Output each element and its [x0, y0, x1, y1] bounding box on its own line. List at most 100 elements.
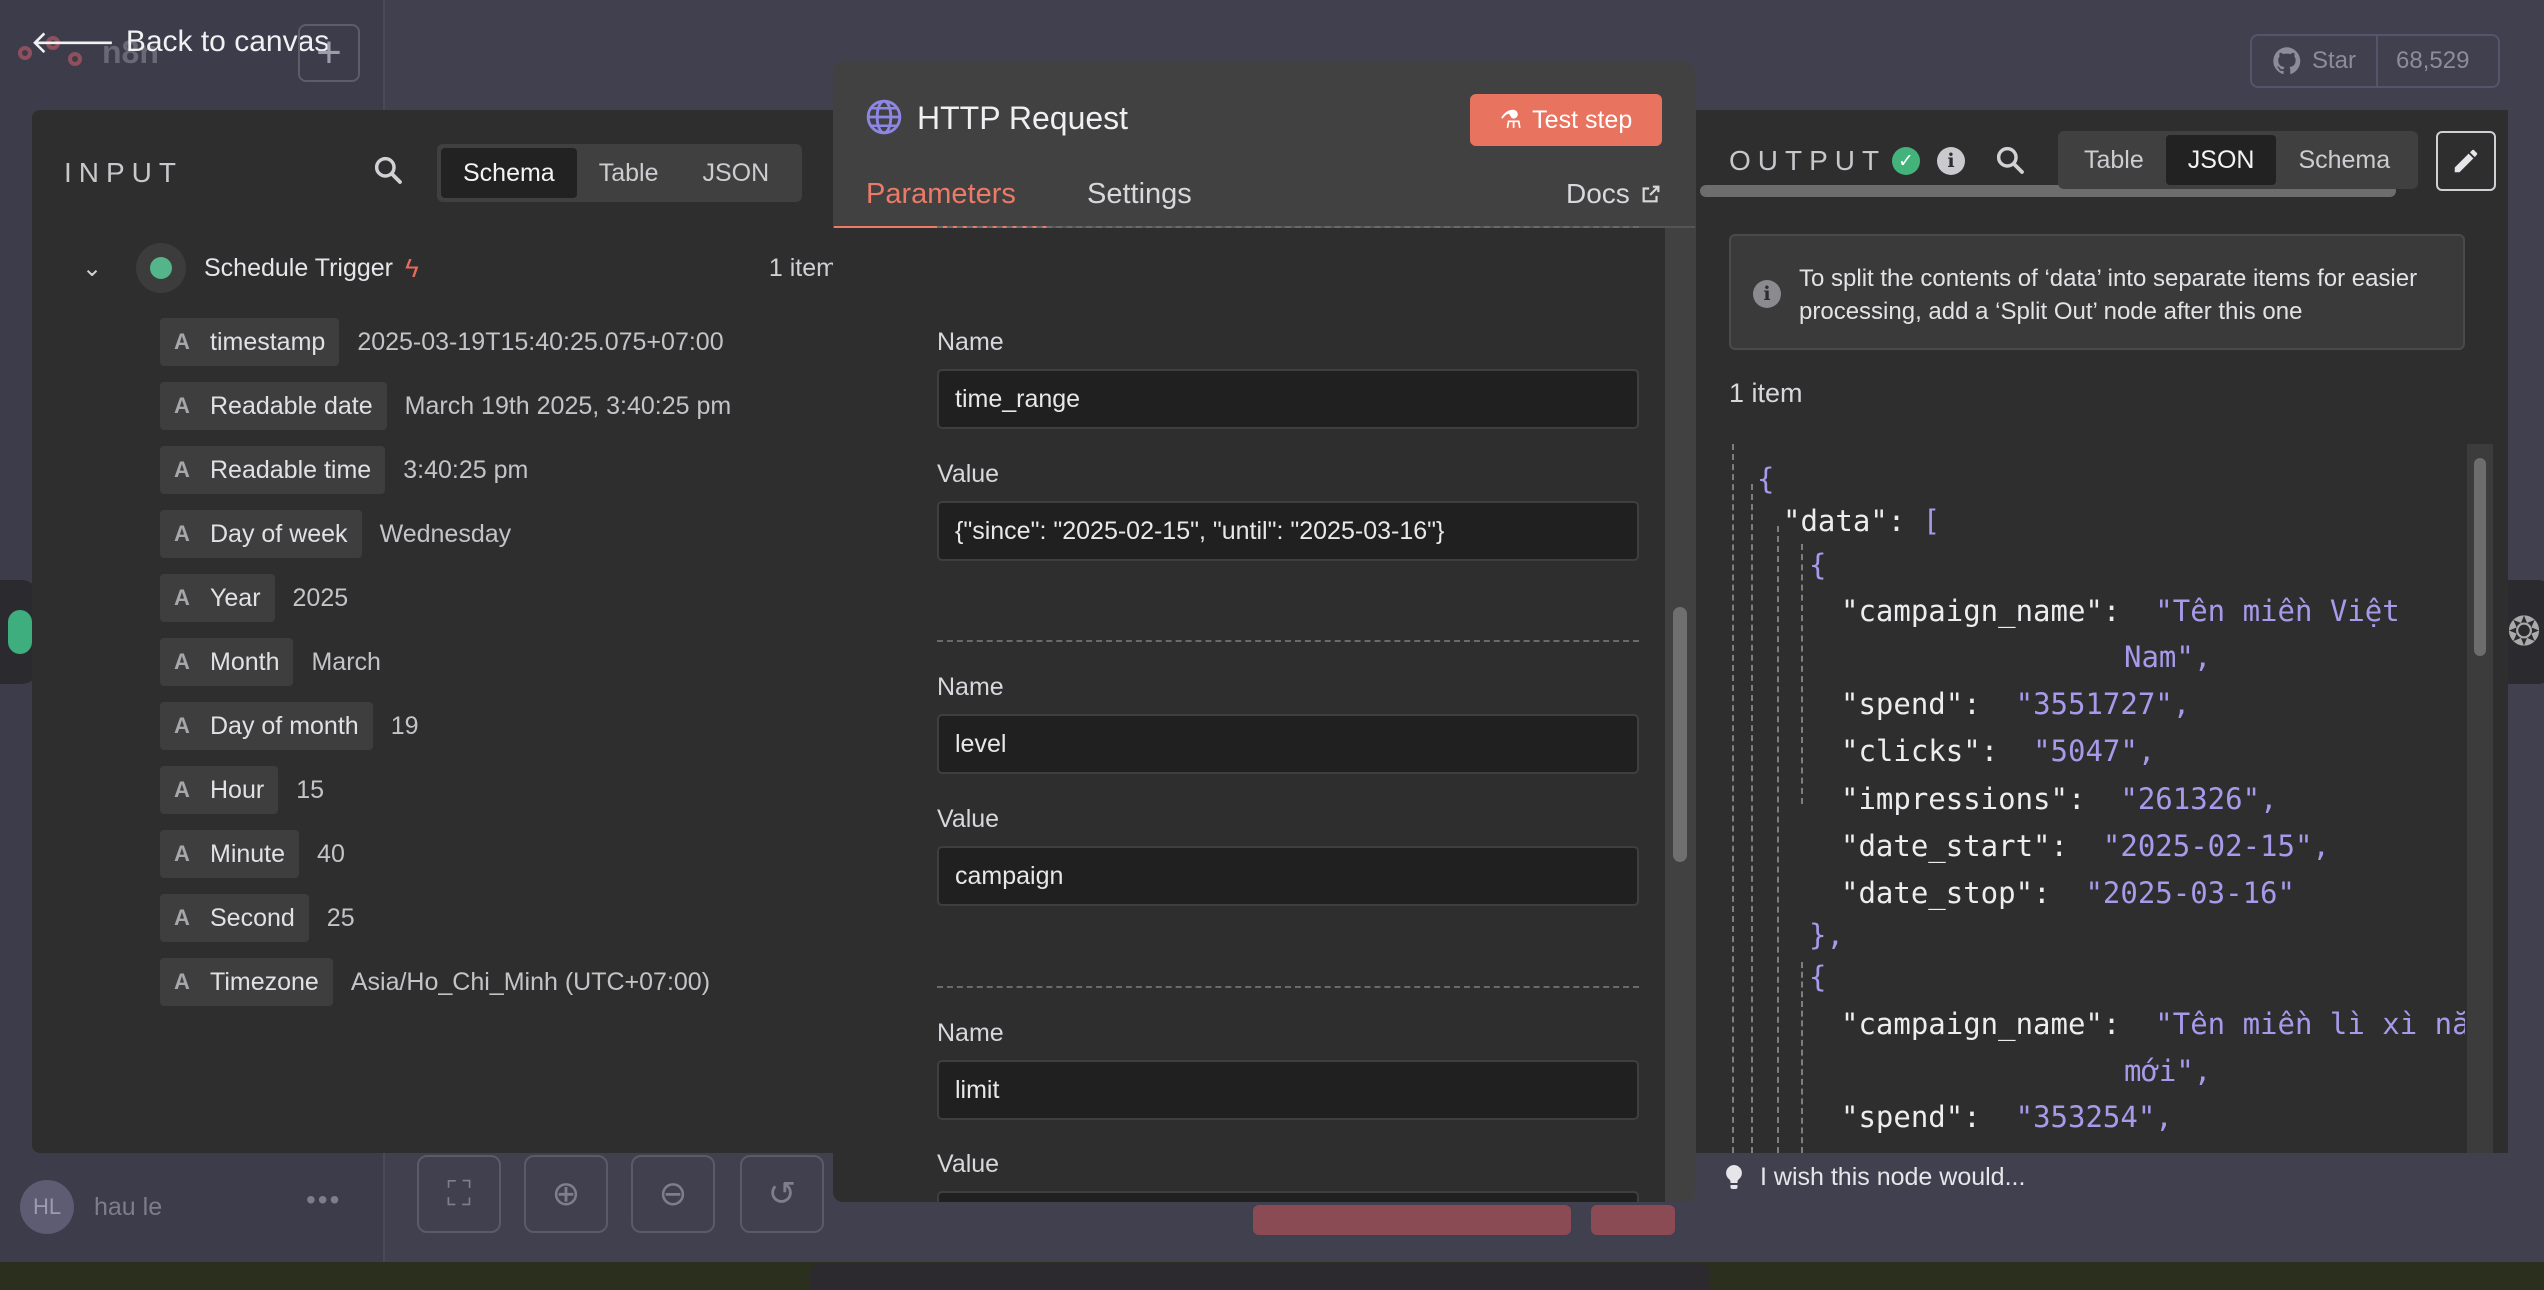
field-value: 40 [317, 839, 345, 868]
zoom-out-icon[interactable]: ⊖ [631, 1155, 715, 1233]
trigger-node-row[interactable]: ⌄ Schedule Trigger ϟ 1 item [82, 240, 837, 296]
more-options-icon[interactable]: ••• [306, 1184, 341, 1216]
schema-field-pill[interactable]: A Month [160, 638, 294, 686]
field-value: 19 [390, 711, 419, 740]
field-name: Minute [210, 839, 286, 868]
field-value: 2025-03-19T15:40:25.075+07:00 [357, 327, 724, 356]
param-divider [937, 640, 1639, 642]
info-icon[interactable]: i [1937, 147, 1965, 175]
test-step-button[interactable]: ⚗ Test step [1470, 94, 1662, 146]
schema-field-row: A Readable date March 19th 2025, 3:40:25 … [160, 374, 840, 438]
input-view-switcher: Schema Table JSON [437, 144, 802, 202]
param-name-input[interactable]: limit [937, 1060, 1639, 1120]
node-feedback-label: I wish this node would... [1760, 1163, 2026, 1191]
output-tab-table[interactable]: Table [2062, 135, 2166, 185]
json-line: "campaign_name": "Tên miền Việt [1841, 594, 2400, 628]
field-value: March [311, 647, 381, 676]
delete-button-background [1591, 1205, 1675, 1235]
schema-field-pill[interactable]: A Day of week [160, 510, 362, 558]
chevron-down-icon[interactable]: ⌄ [82, 254, 122, 283]
indent-guide [1732, 444, 1734, 1153]
lightbulb-icon [1726, 1164, 1742, 1189]
schema-field-pill[interactable]: Atimestamp [160, 318, 340, 366]
pencil-icon [2454, 149, 2478, 173]
zoom-in-icon[interactable]: ⊕ [524, 1155, 608, 1233]
tab-settings[interactable]: Settings [1087, 178, 1192, 211]
indent-guide [1801, 544, 1803, 804]
split-out-hint-text: To split the contents of ‘data’ into sep… [1799, 265, 2418, 325]
output-view-switcher: Table JSON Schema [2058, 131, 2418, 189]
param-value-label: Value [937, 1150, 1000, 1178]
json-output-viewer[interactable]: { "data": [ { "campaign_name": "Tên miền… [1729, 444, 2465, 1153]
param-value-input[interactable]: {"since": "2025-02-15", "until": "2025-0… [937, 501, 1639, 561]
input-tab-table[interactable]: Table [577, 148, 681, 198]
trigger-node-name: Schedule Trigger [204, 253, 394, 282]
fit-view-icon[interactable]: ⛶ [417, 1155, 501, 1233]
param-value-input[interactable]: 100 [937, 1191, 1639, 1202]
field-name: Year [210, 583, 261, 612]
string-type-icon: A [174, 649, 190, 674]
indent-guide [1751, 484, 1753, 1153]
param-name-input[interactable]: time_range [937, 369, 1639, 429]
github-star-label: Star [2312, 47, 2357, 74]
schema-field-row: Atimestamp 2025-03-19T15:40:25.075+07:00 [160, 310, 840, 374]
user-name: hau le [94, 1192, 163, 1221]
schema-field-pill[interactable]: A Readable time [160, 446, 386, 494]
reset-zoom-icon[interactable]: ↺ [740, 1155, 824, 1233]
field-name: Day of week [210, 519, 348, 548]
string-type-icon: A [174, 777, 190, 802]
external-link-icon [1642, 185, 1660, 203]
execute-workflow-button-background [1253, 1205, 1571, 1235]
schema-field-row: A Second 25 [160, 886, 840, 950]
parameters-scrollbar-thumb[interactable] [1673, 607, 1687, 862]
node-feedback-link[interactable]: I wish this node would... [1722, 1163, 2025, 1192]
string-type-icon: A [174, 457, 190, 482]
node-title[interactable]: HTTP Request [917, 100, 1128, 137]
back-to-canvas-link[interactable]: 🡐 Back to canvas [30, 22, 329, 61]
string-type-icon: A [174, 841, 190, 866]
schema-field-row: A Hour 15 [160, 758, 840, 822]
schema-field-row: A Timezone Asia/Ho_Chi_Minh (UTC+07:00) [160, 950, 840, 1014]
indent-guide [1801, 962, 1803, 1153]
param-value-input[interactable]: campaign [937, 846, 1639, 906]
param-name-input[interactable]: level [937, 714, 1639, 774]
json-line: }, [1809, 918, 1844, 952]
schema-field-pill[interactable]: A Readable date [160, 382, 387, 430]
schema-field-row: A Month March [160, 630, 840, 694]
param-name-label: Name [937, 1019, 1004, 1047]
avatar: HL [20, 1180, 74, 1234]
string-type-icon: A [174, 713, 190, 738]
field-value: 2025 [292, 583, 349, 612]
search-icon[interactable] [372, 154, 404, 191]
schema-field-row: A Readable time 3:40:25 pm [160, 438, 840, 502]
lightning-icon: ϟ [405, 252, 419, 283]
github-star-widget[interactable]: Star 68,529 [2250, 34, 2500, 88]
json-line: "clicks": "5047", [1841, 734, 2156, 768]
output-tab-schema[interactable]: Schema [2276, 135, 2412, 185]
tab-parameters[interactable]: Parameters [834, 178, 1048, 229]
json-line: { [1757, 462, 1775, 496]
user-profile[interactable]: HL hau le [20, 1180, 162, 1234]
schema-field-pill[interactable]: A Minute [160, 830, 300, 878]
schema-field-pill[interactable]: A Year [160, 574, 275, 622]
add-node-button[interactable]: + [298, 24, 360, 82]
field-value: 25 [326, 903, 355, 932]
search-icon[interactable] [1994, 144, 2026, 181]
schema-field-pill[interactable]: A Second [160, 894, 309, 942]
string-type-icon: A [174, 521, 190, 546]
docs-link[interactable]: Docs [1566, 178, 1662, 210]
output-tab-json[interactable]: JSON [2165, 135, 2277, 185]
string-type-icon: A [174, 393, 190, 418]
schema-field-pill[interactable]: A Hour [160, 766, 279, 814]
schema-field-pill[interactable]: A Day of month [160, 702, 373, 750]
json-line: { [1809, 548, 1827, 582]
input-tab-schema[interactable]: Schema [441, 148, 577, 198]
edit-output-button[interactable] [2436, 131, 2496, 191]
output-scrollbar-thumb[interactable] [2474, 458, 2486, 656]
json-line: mới", [2124, 1054, 2212, 1088]
schema-field-pill[interactable]: A Timezone [160, 958, 333, 1006]
field-name: Readable date [210, 391, 373, 420]
schema-field-row: A Day of week Wednesday [160, 502, 840, 566]
string-type-icon: A [174, 585, 190, 610]
input-tab-json[interactable]: JSON [680, 148, 791, 198]
